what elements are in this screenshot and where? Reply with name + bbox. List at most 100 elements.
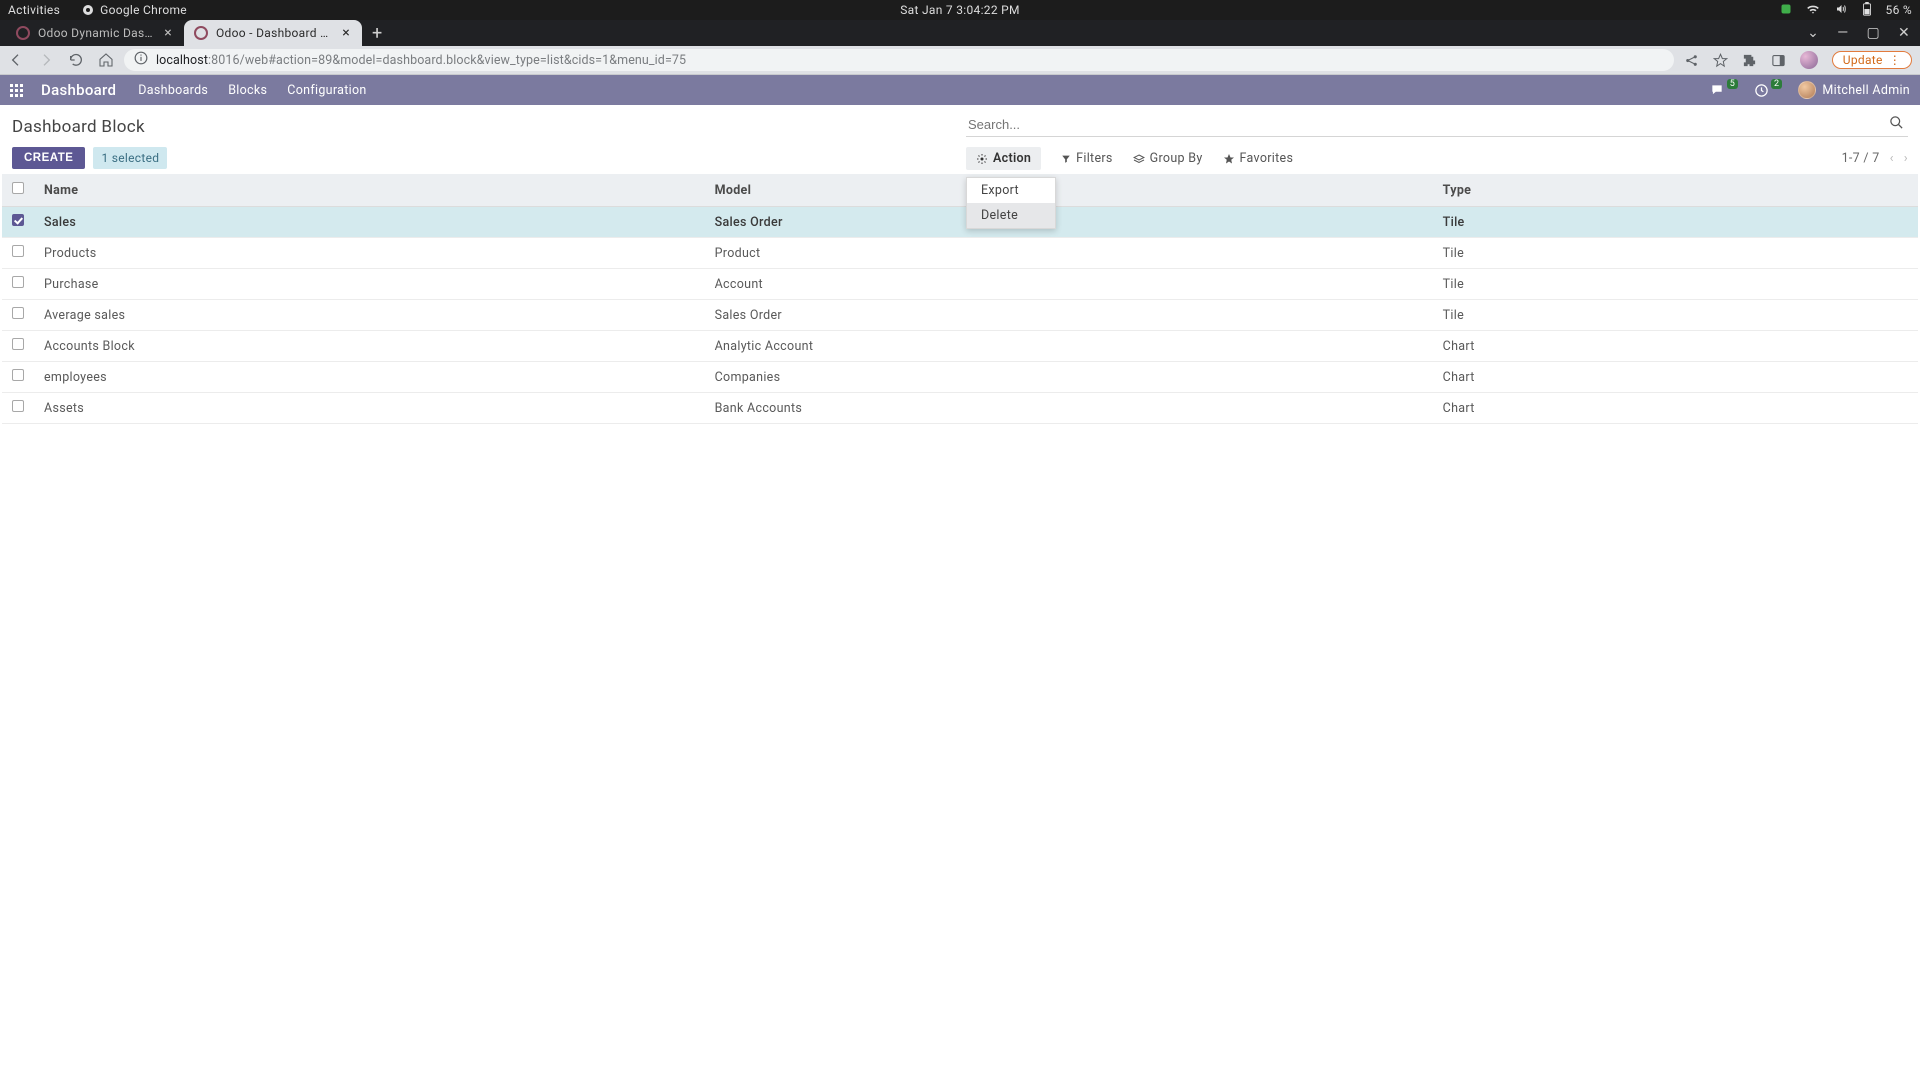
row-checkbox[interactable] [12, 338, 24, 350]
apps-icon[interactable] [10, 84, 23, 97]
tray-indicator-icon[interactable] [1780, 3, 1792, 18]
user-menu[interactable]: Mitchell Admin [1798, 81, 1910, 99]
menu-configuration[interactable]: Configuration [287, 83, 366, 98]
activities-button[interactable]: 2 [1754, 83, 1782, 98]
favorites-button[interactable]: Favorites [1223, 151, 1294, 166]
pager-text[interactable]: 1-7 / 7 [1842, 151, 1880, 166]
cell-name: Products [34, 238, 705, 269]
activities-badge: 2 [1771, 79, 1782, 89]
messages-badge: 5 [1727, 79, 1738, 89]
row-checkbox[interactable] [12, 369, 24, 381]
pager-prev-icon[interactable]: ‹ [1890, 151, 1894, 166]
menu-blocks[interactable]: Blocks [228, 83, 267, 98]
cell-type: Tile [1433, 300, 1918, 331]
action-delete[interactable]: Delete [967, 203, 1055, 228]
create-button[interactable]: CREATE [12, 147, 85, 169]
action-export[interactable]: Export [967, 178, 1055, 203]
row-checkbox[interactable] [12, 245, 24, 257]
chrome-icon [82, 4, 94, 16]
window-minimize-icon[interactable]: — [1837, 25, 1848, 41]
cell-type: Chart [1433, 331, 1918, 362]
chat-icon [1709, 83, 1725, 97]
cell-type: Tile [1433, 238, 1918, 269]
row-checkbox[interactable] [12, 400, 24, 412]
row-checkbox[interactable] [12, 307, 24, 319]
url-text: localhost:8016/web#action=89&model=dashb… [156, 53, 686, 68]
reload-button[interactable] [68, 52, 84, 68]
close-tab-icon[interactable]: × [340, 26, 352, 40]
control-panel: Dashboard Block CREATE 1 selected Action… [0, 105, 1920, 170]
update-button[interactable]: Update ⋮ [1832, 51, 1912, 69]
pager-next-icon[interactable]: › [1904, 151, 1908, 166]
forward-button[interactable] [38, 52, 54, 68]
table-row[interactable]: SalesSales OrderTile [2, 207, 1918, 238]
cell-type: Chart [1433, 393, 1918, 424]
action-label: Action [993, 151, 1031, 166]
column-header-model[interactable]: Model [705, 174, 1433, 207]
tab-overflow-icon[interactable]: ⌄ [1807, 25, 1819, 41]
volume-icon[interactable] [1834, 3, 1848, 18]
back-button[interactable] [8, 52, 24, 68]
table-row[interactable]: Average salesSales OrderTile [2, 300, 1918, 331]
action-dropdown-button[interactable]: Action [966, 147, 1041, 170]
profile-avatar[interactable] [1800, 51, 1818, 69]
selected-count-badge[interactable]: 1 selected [93, 147, 167, 169]
new-tab-button[interactable]: + [362, 20, 393, 46]
cell-name: employees [34, 362, 705, 393]
user-avatar-icon [1798, 81, 1816, 99]
update-label: Update [1843, 53, 1883, 67]
wifi-icon[interactable] [1806, 3, 1820, 18]
table-row[interactable]: Accounts BlockAnalytic AccountChart [2, 331, 1918, 362]
app-title[interactable]: Dashboard [41, 81, 116, 99]
search-icon[interactable] [1885, 115, 1908, 134]
window-close-icon[interactable]: ✕ [1898, 25, 1910, 41]
cell-type: Tile [1433, 269, 1918, 300]
cell-name: Sales [34, 207, 705, 238]
list-view: Name Model Type SalesSales OrderTileProd… [0, 170, 1920, 424]
cell-name: Purchase [34, 269, 705, 300]
browser-tab-1[interactable]: Odoo - Dashboard Block × [184, 20, 362, 46]
site-info-icon[interactable] [134, 51, 148, 69]
favorites-label: Favorites [1240, 151, 1294, 166]
browser-tab-0[interactable]: Odoo Dynamic Dashboard × [6, 20, 184, 46]
search-input[interactable] [966, 113, 1885, 136]
sidepanel-icon[interactable] [1771, 53, 1786, 68]
close-tab-icon[interactable]: × [162, 26, 174, 40]
cell-name: Accounts Block [34, 331, 705, 362]
cell-model: Product [705, 238, 1433, 269]
table-row[interactable]: employeesCompaniesChart [2, 362, 1918, 393]
os-top-bar: Activities Google Chrome Sat Jan 7 3:04:… [0, 0, 1920, 20]
filters-button[interactable]: Filters [1061, 151, 1113, 166]
user-name: Mitchell Admin [1822, 83, 1910, 98]
url-bar[interactable]: localhost:8016/web#action=89&model=dashb… [124, 49, 1674, 71]
table-row[interactable]: AssetsBank AccountsChart [2, 393, 1918, 424]
table-row[interactable]: ProductsProductTile [2, 238, 1918, 269]
layers-icon [1133, 154, 1145, 164]
extensions-icon[interactable] [1742, 53, 1757, 68]
action-dropdown-menu: Export Delete [966, 177, 1056, 229]
row-checkbox[interactable] [12, 214, 24, 226]
messages-button[interactable]: 5 [1709, 83, 1738, 97]
window-maximize-icon[interactable]: ▢ [1866, 25, 1880, 41]
os-clock[interactable]: Sat Jan 7 3:04:22 PM [900, 3, 1020, 17]
row-checkbox[interactable] [12, 276, 24, 288]
share-icon[interactable] [1684, 53, 1699, 68]
bookmark-icon[interactable] [1713, 53, 1728, 68]
activities-menu[interactable]: Activities [8, 3, 60, 17]
menu-dashboards[interactable]: Dashboards [138, 83, 208, 98]
browser-tab-strip: Odoo Dynamic Dashboard × Odoo - Dashboar… [0, 20, 1920, 46]
current-app-name: Google Chrome [100, 3, 187, 17]
table-row[interactable]: PurchaseAccountTile [2, 269, 1918, 300]
select-all-checkbox[interactable] [12, 182, 24, 194]
cell-model: Analytic Account [705, 331, 1433, 362]
battery-icon[interactable] [1862, 2, 1872, 19]
kebab-icon: ⋮ [1889, 53, 1901, 67]
groupby-button[interactable]: Group By [1133, 151, 1203, 166]
column-header-type[interactable]: Type [1433, 174, 1918, 207]
home-button[interactable] [98, 52, 114, 68]
current-app[interactable]: Google Chrome [82, 3, 187, 17]
clock-icon [1754, 83, 1769, 98]
app-menu: Dashboards Blocks Configuration [138, 83, 366, 98]
column-header-name[interactable]: Name [34, 174, 705, 207]
filters-label: Filters [1076, 151, 1113, 166]
